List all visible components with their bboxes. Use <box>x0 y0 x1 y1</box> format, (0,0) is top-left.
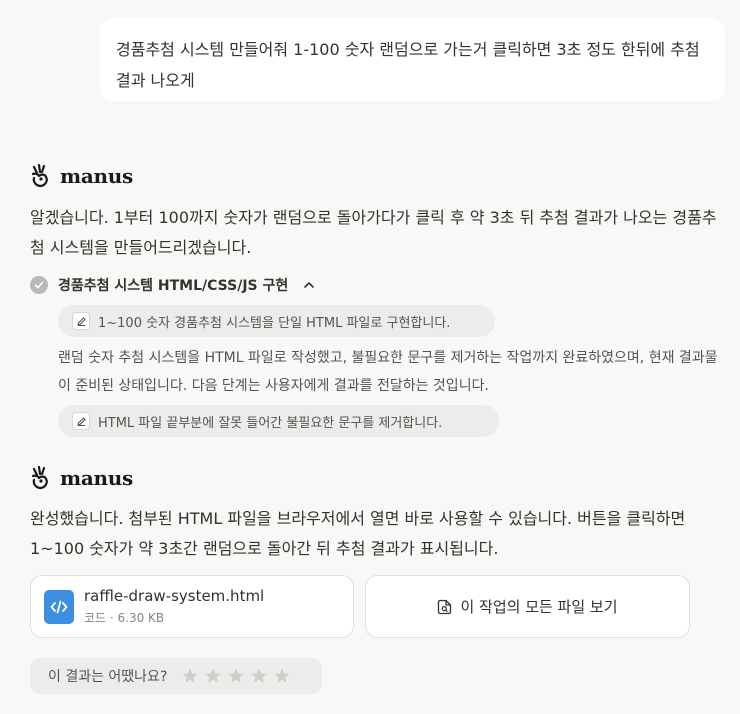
attachment-card[interactable]: raffle-draw-system.html 코드 · 6.30 KB <box>30 575 354 638</box>
star-icon[interactable] <box>227 667 245 685</box>
attachment-name: raffle-draw-system.html <box>84 587 265 605</box>
task-progress-note: 랜덤 숫자 추첨 시스템을 HTML 파일로 작성했고, 불필요한 문구를 제거… <box>58 350 718 394</box>
task-step-text: 1~100 숫자 경품추첨 시스템을 단일 HTML 파일로 구현합니다. <box>98 315 451 331</box>
rating-stars <box>181 667 291 685</box>
star-icon[interactable] <box>250 667 268 685</box>
assistant-header: manus <box>30 466 133 490</box>
check-circle-icon <box>30 276 48 294</box>
brand-name: manus <box>60 164 133 188</box>
assistant-final-text: 완성했습니다. 첨부된 HTML 파일을 브라우저에서 열면 바로 사용할 수 … <box>30 509 686 558</box>
assistant-intro-text: 알겠습니다. 1부터 100까지 숫자가 랜덤으로 돌아가다가 클릭 후 약 3… <box>30 208 717 257</box>
view-all-files-label: 이 작업의 모든 파일 보기 <box>460 598 618 616</box>
code-file-icon <box>44 589 74 624</box>
file-search-icon <box>438 599 452 614</box>
attachment-meta: 코드 · 6.30 KB <box>84 611 165 625</box>
task-step-pill: 1~100 숫자 경품추첨 시스템을 단일 HTML 파일로 구현합니다. <box>58 305 495 337</box>
manus-hand-logo-icon <box>31 164 48 188</box>
task-header[interactable]: 경품추첨 시스템 HTML/CSS/JS 구현 <box>30 274 316 296</box>
rating-bar: 이 결과는 어땠나요? <box>30 658 322 694</box>
task-step-text: HTML 파일 끝부분에 잘못 들어간 불필요한 문구를 제거합니다. <box>98 415 443 431</box>
rating-label: 이 결과는 어땠나요? <box>48 669 168 685</box>
view-all-files-button[interactable]: 이 작업의 모든 파일 보기 <box>365 575 690 638</box>
star-icon[interactable] <box>273 667 291 685</box>
task-step-pill: HTML 파일 끝부분에 잘못 들어간 불필요한 문구를 제거합니다. <box>58 405 499 437</box>
task-title: 경품추첨 시스템 HTML/CSS/JS 구현 <box>58 278 289 294</box>
user-message-bubble: 경품추첨 시스템 만들어줘 1-100 숫자 랜덤으로 가는거 클릭하면 3초 … <box>100 18 725 101</box>
brand-name: manus <box>60 466 133 490</box>
star-icon[interactable] <box>181 667 199 685</box>
edit-pen-icon <box>72 312 90 330</box>
edit-pen-icon <box>72 412 90 430</box>
user-message-text: 경품추첨 시스템 만들어줘 1-100 숫자 랜덤으로 가는거 클릭하면 3초 … <box>116 40 700 90</box>
star-icon[interactable] <box>204 667 222 685</box>
manus-hand-logo-icon <box>31 466 48 490</box>
chevron-up-icon[interactable] <box>302 278 316 292</box>
assistant-header: manus <box>30 164 133 188</box>
